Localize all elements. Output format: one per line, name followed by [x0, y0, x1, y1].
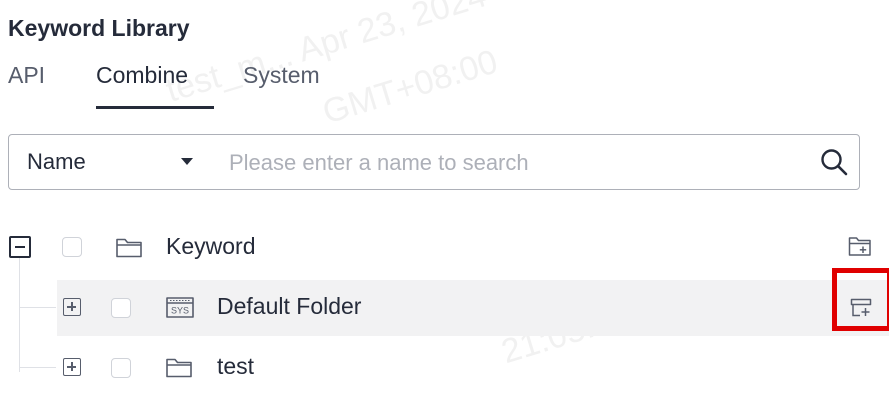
search-bar: Name	[8, 134, 860, 190]
watermark-user-date: test_m... Apr 23, 2024	[161, 0, 491, 110]
highlight-box	[832, 268, 889, 331]
sys-badge: SYS	[171, 306, 189, 316]
tab-combine[interactable]: Combine	[96, 62, 188, 89]
page-title: Keyword Library	[8, 15, 190, 41]
search-icon[interactable]	[819, 147, 849, 177]
folder-icon	[166, 358, 192, 378]
active-tab-indicator	[96, 106, 214, 109]
search-field-select[interactable]: Name	[27, 135, 86, 189]
tree-node-label: Default Folder	[217, 293, 362, 319]
system-folder-icon: SYS	[166, 297, 194, 318]
watermark-timezone: GMT+08:00	[318, 42, 502, 132]
collapse-icon[interactable]	[9, 236, 31, 258]
add-folder-icon[interactable]	[848, 235, 872, 257]
tree-node-default-folder[interactable]: SYS Default Folder	[0, 278, 889, 336]
tree-node-keyword[interactable]: Keyword	[0, 218, 889, 276]
folder-icon	[116, 238, 142, 258]
tree-node-checkbox[interactable]	[111, 298, 131, 318]
search-input[interactable]	[227, 141, 791, 185]
expand-icon[interactable]	[63, 298, 81, 316]
expand-icon[interactable]	[63, 358, 81, 376]
tree-node-checkbox[interactable]	[62, 237, 82, 257]
keyword-tree: Keyword SYS Default Folder test	[0, 218, 889, 390]
tree-node-test[interactable]: test	[0, 338, 889, 396]
tree-node-label: Keyword	[166, 233, 256, 259]
tree-node-label: test	[217, 353, 255, 379]
tab-system[interactable]: System	[243, 62, 320, 89]
caret-down-icon[interactable]	[181, 158, 193, 165]
tree-node-checkbox[interactable]	[111, 358, 131, 378]
tab-api[interactable]: API	[8, 62, 45, 89]
